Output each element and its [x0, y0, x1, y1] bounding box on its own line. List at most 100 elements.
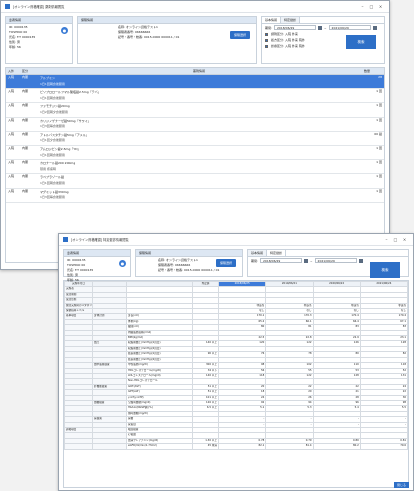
calendar-icon[interactable]	[372, 25, 377, 30]
row-item: カロナール錠200 200mg 頓用 疼痛時	[36, 160, 362, 173]
row-inout: 入院	[8, 117, 15, 122]
row-amount: 00 錠	[374, 131, 382, 136]
value-cell: 81.4	[265, 443, 314, 450]
medication-header: 患者情報 ID: 0000135 TOSHIKO 00 氏名: F.T 0000…	[1, 13, 389, 67]
row-amount: 1 回	[376, 103, 382, 108]
row-inout: 入院	[8, 131, 15, 136]
period-row: 期間: 2018/06/29 ~ 2021/06/29	[262, 24, 384, 31]
close-icon[interactable]: ×	[376, 4, 385, 9]
row-type: 内服	[22, 103, 29, 108]
row-type: 内服	[22, 117, 29, 122]
checkbox-icon[interactable]	[265, 38, 268, 42]
calendar-icon[interactable]	[358, 258, 363, 263]
tab-checkup[interactable]: 特定健診	[267, 250, 287, 256]
value-cell: 82.1	[217, 443, 267, 450]
list-item[interactable]: 入院 内服 アトルバスタチン錠5mg「アメル」 1日1回夕食後服用 00 錠	[6, 132, 384, 146]
minimize-icon[interactable]: –	[382, 237, 391, 242]
col-inout: 入外	[8, 69, 15, 73]
patient-panel-title: 患者情報	[64, 250, 130, 257]
search-button[interactable]: 検索	[370, 262, 400, 278]
list-item[interactable]: 入院 内服 アルブミン 1日1回朝食後服用 28	[6, 75, 384, 90]
col-amount: 数量	[364, 69, 371, 73]
insurer-panel: 保険情報 名称: オンライン資格テスト1 保険者番号: 06666666 記号・…	[135, 249, 243, 277]
row-inout: 入院	[8, 145, 15, 150]
table-body: 実施者受診期間受診形態健診実施時のメタボリック判定非該当非該当非該当非該当保健指…	[64, 286, 408, 450]
patient-age: 年齢: 56	[9, 45, 21, 49]
maximize-icon[interactable]: □	[367, 4, 376, 9]
list-item[interactable]: 入院 内服 カロナール錠200 200mg 頓用 疼痛時 1 回	[6, 160, 384, 175]
item-usage: 1日3回毎食後服用	[40, 124, 65, 129]
insurance-select-button[interactable]: 保険選択	[229, 31, 250, 39]
list-item[interactable]: 入院 内服 アムロジピン錠2.5mg「YD」 1日1回朝食後服用 1 回	[6, 145, 384, 161]
list-item[interactable]: 入院 内服 マグミット錠330mg 1日3回毎食後服用 1 回	[6, 189, 384, 203]
search-button[interactable]: 検索	[346, 35, 376, 49]
row-amount: 28	[378, 75, 382, 79]
col-type: 区分	[22, 69, 29, 73]
date-to-input[interactable]: 2021/06/29	[314, 258, 357, 263]
calendar-icon[interactable]	[304, 258, 309, 263]
row-label	[64, 443, 93, 450]
row-amount: 1 回	[376, 145, 382, 150]
list-item[interactable]: 入院 内服 ラベプラゾール錠 1日1回朝食後服用 1 回	[6, 174, 384, 189]
row-inout: 入院	[8, 75, 15, 79]
list-item[interactable]: 入院 内服 カリジノゲナーゼ錠50mg「サワイ」 1日3回毎食後服用 1 回	[6, 118, 384, 132]
checkup-titlebar: [オンライン資格確認] 特定健診情報閲覧 – □ ×	[59, 234, 413, 246]
row-item: アトルバスタチン錠5mg「アメル」 1日1回夕食後服用	[36, 132, 362, 145]
row-item: アルブミン 1日1回朝食後服用	[36, 75, 362, 88]
list-header: 入外 区分 薬剤情報 数量	[6, 68, 384, 75]
row-inout: 入院	[8, 103, 15, 108]
period-label: 期間:	[251, 258, 259, 263]
item-usage: 1日3回毎食後服用	[40, 195, 65, 200]
filter-row-1-label: 調剤区分: 入院 外来	[271, 32, 298, 36]
filter-panel: 基本情報 特定健診 期間: 2018/06/29 ~ 2021/06/29 調剤…	[261, 16, 385, 64]
tab-checkup[interactable]: 特定健診	[281, 17, 301, 23]
date-from-input[interactable]: 2018/06/29	[274, 25, 317, 30]
insurer-panel: 保険情報 名称: オンライン資格テスト1 保険者番号: 06666666 記号・…	[77, 16, 257, 64]
filter-panel: 基本情報 特定健診 期間: 2018/06/29 ~ 2021/06/29 検索	[247, 249, 409, 278]
value-cell: 79.6	[359, 443, 408, 450]
checkup-header: 患者情報 ID: 0000135 TOSHIKO 00 氏名: F.T 0000…	[59, 246, 413, 282]
patient-panel-title: 患者情報	[6, 17, 72, 24]
insurer-panel-title: 保険情報	[78, 17, 256, 24]
app-icon	[5, 4, 10, 9]
list-body: 入院 内服 アルブミン 1日1回朝食後服用 28 入院 内服 ビソプロロールフマル酸塩錠2.5…	[6, 75, 384, 203]
calendar-icon[interactable]	[318, 25, 323, 30]
insurance-select-button[interactable]: 保険選択	[215, 259, 236, 267]
col-item: 薬剤情報	[192, 69, 205, 73]
date-to-input[interactable]: 2021/06/29	[328, 25, 371, 30]
tab-basic[interactable]: 基本情報	[248, 250, 268, 256]
patient-panel: 患者情報 ID: 0000135 TOSHIKO 00 氏名: F.T 0000…	[63, 249, 131, 282]
tab-basic[interactable]: 基本情報	[262, 17, 282, 23]
list-item[interactable]: 入院 内服 ファモチジン錠20mg 1日2回朝夕食後服用 1 回	[6, 103, 384, 118]
item-usage: 頓用 疼痛時	[40, 166, 56, 171]
patient-card-icon[interactable]: ●	[61, 27, 68, 34]
row-amount: 1 回	[376, 117, 382, 122]
filter-tabs: 基本情報 特定健診	[262, 17, 384, 24]
checkup-table: 実施年月日 判定値 2018/06/25 2019/06/21 2020/06/…	[63, 280, 409, 488]
window-title: [オンライン資格確認] 特定健診情報閲覧	[71, 238, 129, 242]
minimize-icon[interactable]: –	[358, 4, 367, 9]
date-sep: ~	[324, 25, 327, 30]
insurer-panel-title: 保険情報	[136, 250, 242, 257]
checkbox-icon[interactable]	[265, 32, 268, 36]
row-amount: 1 回	[376, 174, 382, 179]
item-usage: 1日1回夕食後服用	[40, 138, 65, 143]
close-button[interactable]: 閉じる	[393, 482, 409, 488]
row-inout: 入院	[8, 89, 15, 94]
row-type: 内服	[22, 131, 29, 136]
row-item: ラベプラゾール錠 1日1回朝食後服用	[36, 174, 362, 187]
row-inout: 入院	[8, 188, 15, 193]
date-sep: ~	[310, 258, 313, 263]
row-item: カリジノゲナーゼ錠50mg「サワイ」 1日3回毎食後服用	[36, 118, 362, 131]
patient-panel: 患者情報 ID: 0000135 TOSHIKO 00 氏名: F.T 0000…	[5, 16, 73, 64]
list-item[interactable]: 入院 内服 ビソプロロールフマル酸塩錠2.5mg「テバ」 1日1回朝食後服用 1 回	[6, 89, 384, 104]
item-usage: 1日1回朝食後服用	[40, 95, 65, 100]
row-type: 内服	[22, 160, 29, 165]
close-icon[interactable]: ×	[400, 237, 409, 242]
checkup-window: [オンライン資格確認] 特定健診情報閲覧 – □ × 患者情報 ID: 0000…	[58, 233, 414, 491]
maximize-icon[interactable]: □	[391, 237, 400, 242]
medication-titlebar: [オンライン資格確認] 薬剤情報閲覧 – □ ×	[1, 1, 389, 13]
patient-card-icon[interactable]: ●	[119, 260, 126, 267]
date-from-input[interactable]: 2018/06/29	[260, 258, 303, 263]
checkbox-icon[interactable]	[265, 44, 268, 48]
